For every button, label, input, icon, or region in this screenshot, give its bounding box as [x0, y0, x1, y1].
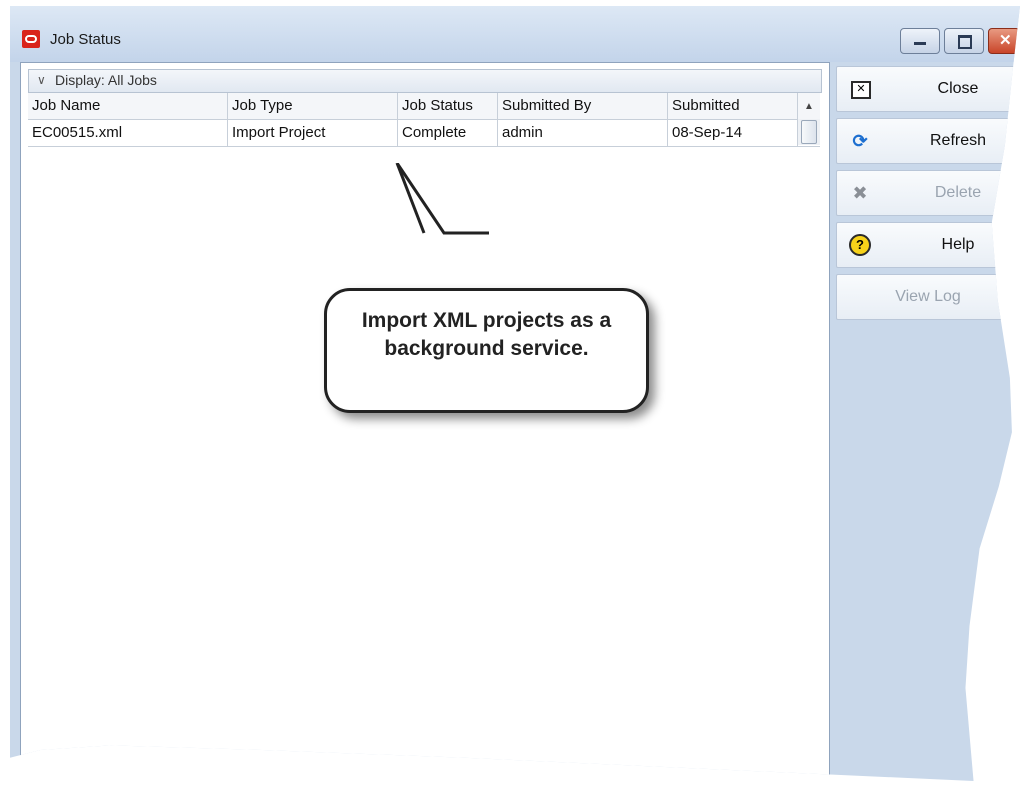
minimize-icon [914, 42, 926, 45]
cell-submitted: 08-Sep-14 [668, 120, 798, 146]
jobs-table: Job Name Job Type Job Status Submitted B… [28, 93, 820, 147]
close-icon: ✕ [999, 32, 1012, 49]
title-bar: Job Status ✕ [10, 6, 1020, 62]
cell-job-name: EC00515.xml [28, 120, 228, 146]
action-sidebar: ✕ Close ⟳ Refresh ✖ Delete ? Help View L… [836, 66, 1020, 326]
close-button-label: Close [937, 80, 979, 97]
delete-button[interactable]: ✖ Delete [836, 170, 1020, 216]
display-filter[interactable]: ∨ Display: All Jobs [28, 69, 822, 93]
window-title: Job Status [50, 31, 121, 48]
minimize-button[interactable] [900, 28, 940, 54]
help-button[interactable]: ? Help [836, 222, 1020, 268]
maximize-icon [958, 35, 972, 49]
annotation-callout: Import XML projects as a background serv… [324, 288, 649, 413]
scroll-up-arrow-icon[interactable]: ▲ [798, 93, 820, 119]
delete-x-icon: ✖ [852, 183, 868, 203]
help-icon: ? [849, 234, 871, 256]
column-header-job-type[interactable]: Job Type [228, 93, 398, 119]
oracle-app-icon [22, 30, 40, 48]
display-filter-label: Display: All Jobs [55, 72, 157, 88]
view-log-button[interactable]: View Log [836, 274, 1020, 320]
vertical-scrollbar[interactable] [798, 119, 820, 145]
chevron-down-icon: ∨ [37, 73, 46, 87]
view-log-button-label: View Log [895, 288, 961, 305]
window-controls: ✕ [900, 28, 1020, 54]
maximize-button[interactable] [944, 28, 984, 54]
column-header-submitted-by[interactable]: Submitted By [498, 93, 668, 119]
refresh-icon: ⟳ [852, 131, 868, 151]
job-status-window: Job Status ✕ ∨ Display: All Jobs Job Nam… [10, 6, 1020, 781]
help-button-label: Help [941, 236, 975, 253]
refresh-button[interactable]: ⟳ Refresh [836, 118, 1020, 164]
refresh-button-label: Refresh [929, 132, 987, 149]
cell-submitted-by: admin [498, 120, 668, 146]
delete-button-label: Delete [934, 184, 982, 201]
callout-pointer [395, 163, 494, 235]
window-close-button[interactable]: ✕ [988, 28, 1020, 54]
cell-job-type: Import Project [228, 120, 398, 146]
scrollbar-thumb[interactable] [801, 120, 817, 144]
column-header-submitted[interactable]: Submitted [668, 93, 798, 119]
jobs-panel: ∨ Display: All Jobs Job Name Job Type Jo… [20, 62, 830, 781]
column-header-job-status[interactable]: Job Status [398, 93, 498, 119]
table-header: Job Name Job Type Job Status Submitted B… [28, 93, 820, 120]
column-header-job-name[interactable]: Job Name [28, 93, 228, 119]
close-window-icon: ✕ [851, 81, 871, 99]
table-row[interactable]: EC00515.xml Import Project Complete admi… [28, 120, 820, 147]
cell-job-status: Complete [398, 120, 498, 146]
close-button[interactable]: ✕ Close [836, 66, 1020, 112]
